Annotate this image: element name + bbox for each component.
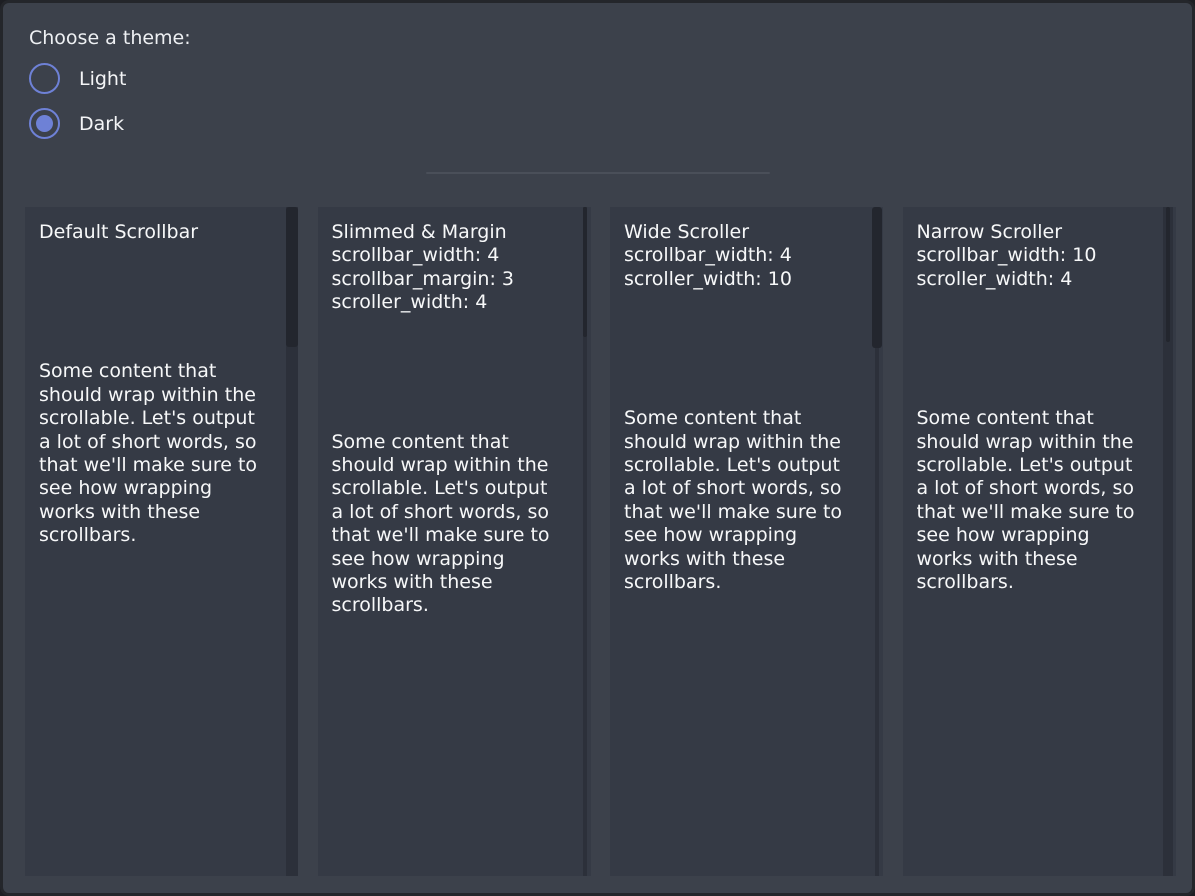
horizontal-divider bbox=[426, 172, 770, 174]
spacer bbox=[332, 315, 559, 431]
app-window: Choose a theme: Light Dark Default Scrol… bbox=[0, 0, 1195, 896]
panel-title: Wide Scroller bbox=[624, 221, 851, 244]
panel-content: Some content that should wrap within the… bbox=[332, 431, 559, 618]
panel-property: scroller_width: 4 bbox=[917, 268, 1144, 291]
spacer bbox=[624, 291, 851, 407]
theme-chooser: Choose a theme: Light Dark bbox=[3, 3, 1192, 139]
radio-option-light[interactable]: Light bbox=[29, 63, 1192, 94]
spacer bbox=[917, 291, 1144, 407]
scrollable-default[interactable]: Default Scrollbar Some content that shou… bbox=[25, 207, 298, 876]
panel-property: scroller_width: 4 bbox=[332, 291, 559, 314]
radio-light-label: Light bbox=[79, 68, 126, 90]
scrollbar-thumb[interactable] bbox=[872, 207, 882, 348]
panel-content: Some content that should wrap within the… bbox=[917, 407, 1144, 594]
scrollable-panels-row: Default Scrollbar Some content that shou… bbox=[3, 207, 1192, 876]
panel-title: Narrow Scroller bbox=[917, 221, 1144, 244]
scrollable-narrow-scroller[interactable]: Narrow Scroller scrollbar_width: 10 scro… bbox=[903, 207, 1176, 876]
radio-light-icon[interactable] bbox=[29, 63, 60, 94]
radio-dark-icon[interactable] bbox=[29, 108, 60, 139]
radio-dot-icon bbox=[36, 115, 53, 132]
scrollbar-thumb[interactable] bbox=[583, 207, 587, 337]
theme-chooser-label: Choose a theme: bbox=[29, 27, 1192, 50]
panel-title: Default Scrollbar bbox=[39, 221, 266, 244]
spacer bbox=[39, 244, 266, 360]
scrollable-wide-scroller[interactable]: Wide Scroller scrollbar_width: 4 scrolle… bbox=[610, 207, 883, 876]
scrollbar-thumb[interactable] bbox=[286, 207, 298, 347]
panel-property: scrollbar_width: 10 bbox=[917, 244, 1144, 267]
scrollbar-thumb[interactable] bbox=[1166, 207, 1170, 342]
panel-property: scroller_width: 10 bbox=[624, 268, 851, 291]
panel-content: Some content that should wrap within the… bbox=[624, 407, 851, 594]
panel-property: scrollbar_width: 4 bbox=[332, 244, 559, 267]
panel-title: Slimmed & Margin bbox=[332, 221, 559, 244]
panel-content: Some content that should wrap within the… bbox=[39, 360, 266, 547]
panel-property: scrollbar_margin: 3 bbox=[332, 268, 559, 291]
radio-option-dark[interactable]: Dark bbox=[29, 108, 1192, 139]
scrollable-slimmed-margin[interactable]: Slimmed & Margin scrollbar_width: 4 scro… bbox=[318, 207, 591, 876]
panel-property: scrollbar_width: 4 bbox=[624, 244, 851, 267]
radio-dark-label: Dark bbox=[79, 113, 124, 135]
